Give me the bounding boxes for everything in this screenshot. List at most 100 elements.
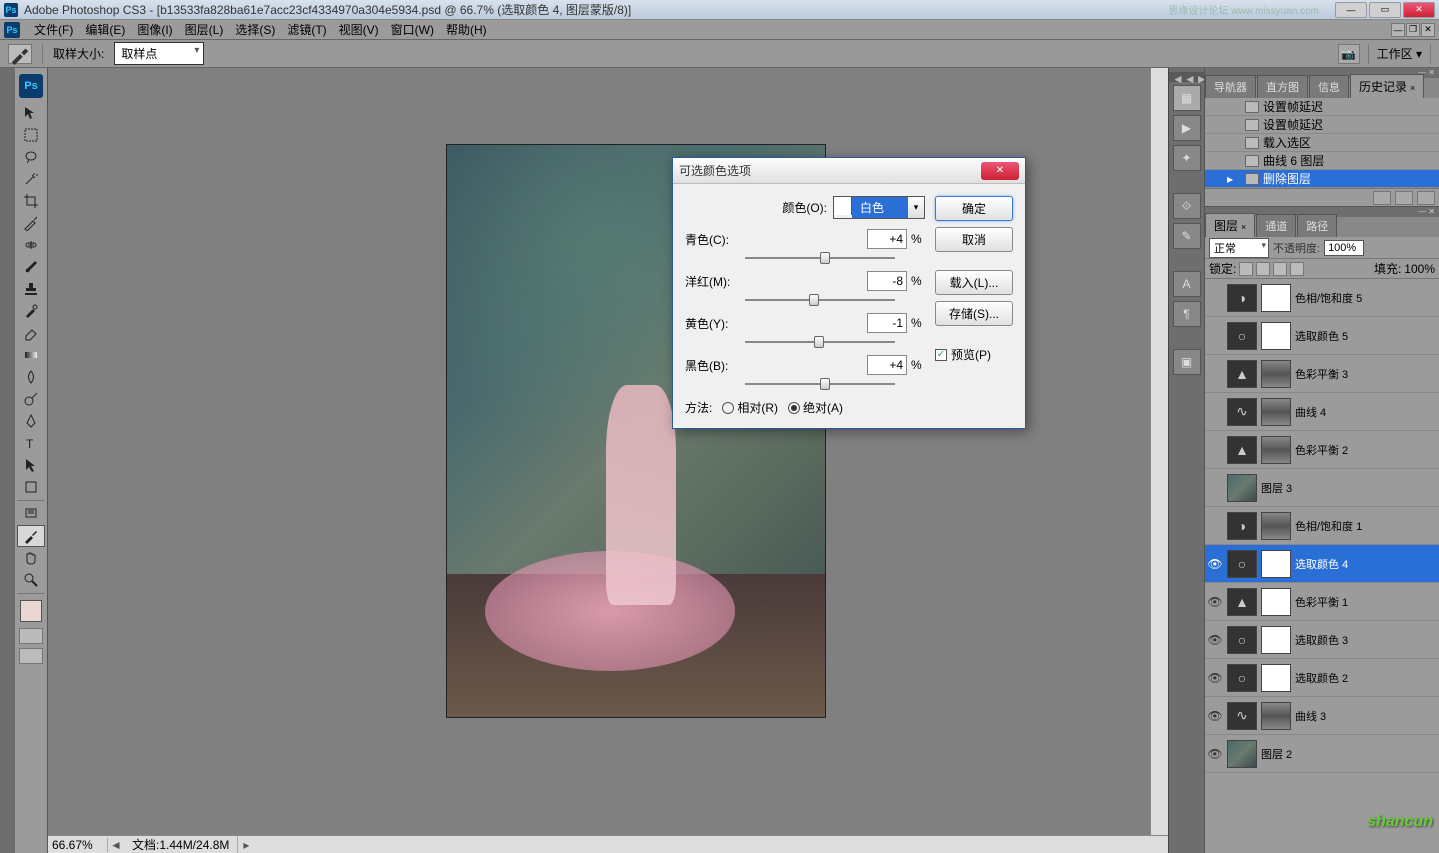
adjustment-thumbnail-icon[interactable]: ◑ <box>1227 284 1257 312</box>
eyedropper-indicator-icon[interactable] <box>8 44 32 64</box>
tab-histogram[interactable]: 直方图 <box>1257 75 1308 98</box>
layer-name[interactable]: 曲线 3 <box>1295 708 1326 724</box>
menu-image[interactable]: 图像(I) <box>131 19 178 40</box>
slider-thumb[interactable] <box>820 378 830 390</box>
layer-row[interactable]: 👁○选取颜色 3 <box>1205 621 1439 659</box>
type-tool[interactable]: T <box>17 432 45 454</box>
layer-row[interactable]: 👁○选取颜色 4 <box>1205 545 1439 583</box>
visibility-toggle-icon[interactable] <box>1207 366 1223 382</box>
layer-name[interactable]: 选取颜色 2 <box>1295 670 1348 686</box>
history-item[interactable]: 曲线 6 图层 <box>1205 152 1439 170</box>
tab-navigator[interactable]: 导航器 <box>1205 75 1256 98</box>
menu-filter[interactable]: 滤镜(T) <box>281 19 332 40</box>
visibility-toggle-icon[interactable] <box>1207 404 1223 420</box>
wand-tool[interactable] <box>17 168 45 190</box>
method-absolute-radio[interactable]: 绝对(A) <box>788 399 843 416</box>
doc-close-button[interactable]: ✕ <box>1421 23 1435 37</box>
lock-position-icon[interactable] <box>1273 262 1287 276</box>
layer-mask-thumbnail[interactable] <box>1261 322 1291 350</box>
dialog-close-button[interactable]: ✕ <box>981 162 1019 180</box>
visibility-toggle-icon[interactable] <box>1207 328 1223 344</box>
tab-close-icon[interactable]: × <box>1241 222 1246 232</box>
adjustment-thumbnail-icon[interactable]: ○ <box>1227 664 1257 692</box>
history-snapshot-icon[interactable] <box>1373 191 1391 205</box>
layer-name[interactable]: 选取颜色 5 <box>1295 328 1348 344</box>
maximize-button[interactable]: ▭ <box>1369 2 1401 18</box>
dialog-titlebar[interactable]: 可选颜色选项 ✕ <box>673 158 1025 184</box>
doc-info[interactable]: 文档:1.44M/24.8M <box>124 836 238 853</box>
workspace-label[interactable]: 工作区 ▾ <box>1377 45 1422 62</box>
tab-channels[interactable]: 通道 <box>1256 214 1296 237</box>
layer-thumbnail[interactable] <box>1227 474 1257 502</box>
vertical-scrollbar[interactable] <box>1150 68 1168 835</box>
tool-collapse-strip[interactable] <box>0 68 15 853</box>
layer-mask-thumbnail[interactable] <box>1261 588 1291 616</box>
tab-layers[interactable]: 图层× <box>1205 213 1255 237</box>
blur-tool[interactable] <box>17 366 45 388</box>
layer-row[interactable]: 👁▲色彩平衡 1 <box>1205 583 1439 621</box>
history-delete-icon[interactable] <box>1417 191 1435 205</box>
tab-close-icon[interactable]: × <box>1410 83 1415 93</box>
adjustment-thumbnail-icon[interactable]: ∿ <box>1227 702 1257 730</box>
slider-track[interactable] <box>745 377 895 391</box>
visibility-toggle-icon[interactable]: 👁 <box>1207 632 1223 648</box>
marquee-tool[interactable] <box>17 124 45 146</box>
menu-layer[interactable]: 图层(L) <box>179 19 230 40</box>
doc-minimize-button[interactable]: — <box>1391 23 1405 37</box>
layer-row[interactable]: ◑色相/饱和度 1 <box>1205 507 1439 545</box>
layer-mask-thumbnail[interactable] <box>1261 398 1291 426</box>
panel-btn-4[interactable]: ⟐ <box>1173 193 1201 219</box>
layer-mask-thumbnail[interactable] <box>1261 360 1291 388</box>
visibility-toggle-icon[interactable]: 👁 <box>1207 746 1223 762</box>
adjustment-thumbnail-icon[interactable]: ▲ <box>1227 588 1257 616</box>
layer-thumbnail[interactable] <box>1227 740 1257 768</box>
layer-name[interactable]: 色相/饱和度 5 <box>1295 290 1362 306</box>
layer-name[interactable]: 曲线 4 <box>1295 404 1326 420</box>
path-select-tool[interactable] <box>17 454 45 476</box>
menu-view[interactable]: 视图(V) <box>333 19 385 40</box>
minimize-button[interactable]: — <box>1335 2 1367 18</box>
visibility-toggle-icon[interactable]: 👁 <box>1207 708 1223 724</box>
adjustment-thumbnail-icon[interactable]: ▲ <box>1227 436 1257 464</box>
tab-history[interactable]: 历史记录× <box>1350 74 1424 98</box>
layer-name[interactable]: 图层 2 <box>1261 746 1292 762</box>
slider-value-input[interactable] <box>867 229 907 249</box>
slider-track[interactable] <box>745 293 895 307</box>
color-swatch[interactable] <box>20 600 42 622</box>
dodge-tool[interactable] <box>17 388 45 410</box>
layer-row[interactable]: ▲色彩平衡 3 <box>1205 355 1439 393</box>
load-button[interactable]: 载入(L)... <box>935 270 1013 295</box>
lock-all-icon[interactable] <box>1290 262 1304 276</box>
visibility-toggle-icon[interactable]: 👁 <box>1207 556 1223 572</box>
visibility-toggle-icon[interactable] <box>1207 480 1223 496</box>
layer-mask-thumbnail[interactable] <box>1261 284 1291 312</box>
adjustment-thumbnail-icon[interactable]: ∿ <box>1227 398 1257 426</box>
blend-mode-dropdown[interactable]: 正常 <box>1209 238 1269 258</box>
panel-btn-5[interactable]: ✎ <box>1173 223 1201 249</box>
visibility-toggle-icon[interactable]: 👁 <box>1207 670 1223 686</box>
doc-restore-button[interactable]: ❐ <box>1406 23 1420 37</box>
tab-info[interactable]: 信息 <box>1309 75 1349 98</box>
panel-btn-2[interactable]: ▶ <box>1173 115 1201 141</box>
adjustment-thumbnail-icon[interactable]: ◑ <box>1227 512 1257 540</box>
slider-track[interactable] <box>745 251 895 265</box>
bridge-icon[interactable]: 📷 <box>1338 44 1360 64</box>
slice-tool[interactable] <box>17 212 45 234</box>
visibility-toggle-icon[interactable] <box>1207 290 1223 306</box>
screenmode-toggle[interactable] <box>19 648 43 664</box>
layer-name[interactable]: 选取颜色 3 <box>1295 632 1348 648</box>
slider-thumb[interactable] <box>809 294 819 306</box>
lock-transparency-icon[interactable] <box>1239 262 1253 276</box>
layer-row[interactable]: ▲色彩平衡 2 <box>1205 431 1439 469</box>
eraser-tool[interactable] <box>17 322 45 344</box>
layer-mask-thumbnail[interactable] <box>1261 626 1291 654</box>
layer-mask-thumbnail[interactable] <box>1261 550 1291 578</box>
eyedropper-tool[interactable] <box>17 525 45 547</box>
cancel-button[interactable]: 取消 <box>935 227 1013 252</box>
history-item[interactable]: 载入选区 <box>1205 134 1439 152</box>
heal-tool[interactable] <box>17 234 45 256</box>
opacity-input[interactable]: 100% <box>1324 240 1364 256</box>
slider-track[interactable] <box>745 335 895 349</box>
notes-tool[interactable] <box>17 503 45 525</box>
visibility-toggle-icon[interactable] <box>1207 518 1223 534</box>
